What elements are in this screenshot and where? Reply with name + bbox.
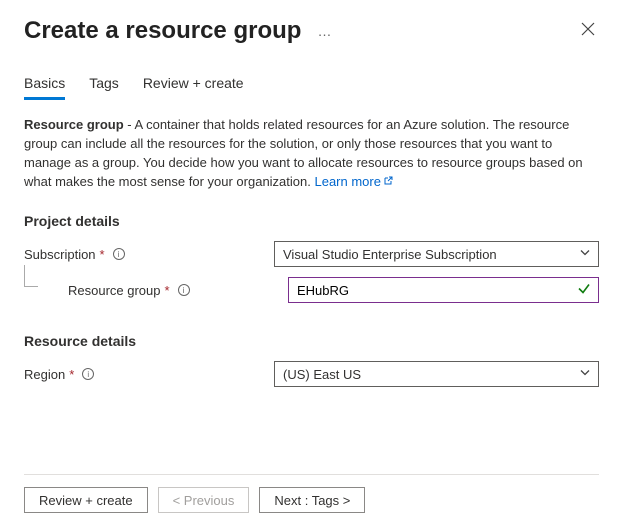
tabs: Basics Tags Review + create bbox=[24, 75, 599, 100]
tab-review[interactable]: Review + create bbox=[143, 75, 244, 100]
close-icon[interactable] bbox=[577, 16, 599, 45]
external-link-icon bbox=[383, 173, 393, 183]
section-resource-details: Resource details bbox=[24, 333, 599, 349]
region-label: Region bbox=[24, 367, 65, 382]
row-resource-group: Resource group * i bbox=[24, 277, 599, 303]
tab-basics[interactable]: Basics bbox=[24, 75, 65, 100]
review-create-button[interactable]: Review + create bbox=[24, 487, 148, 513]
description: Resource group - A container that holds … bbox=[24, 116, 599, 191]
info-icon[interactable]: i bbox=[113, 248, 125, 260]
info-icon[interactable]: i bbox=[178, 284, 190, 296]
required-asterisk: * bbox=[165, 283, 170, 298]
next-button[interactable]: Next : Tags > bbox=[259, 487, 365, 513]
learn-more-link[interactable]: Learn more bbox=[314, 174, 380, 189]
tab-tags[interactable]: Tags bbox=[89, 75, 119, 100]
subscription-select[interactable]: Visual Studio Enterprise Subscription bbox=[274, 241, 599, 267]
description-lead: Resource group bbox=[24, 117, 124, 132]
subscription-label: Subscription bbox=[24, 247, 96, 262]
info-icon[interactable]: i bbox=[82, 368, 94, 380]
required-asterisk: * bbox=[69, 367, 74, 382]
tree-indent-line bbox=[24, 265, 38, 287]
row-subscription: Subscription * i Visual Studio Enterpris… bbox=[24, 241, 599, 267]
footer: Review + create < Previous Next : Tags > bbox=[24, 474, 599, 527]
region-select[interactable]: (US) East US bbox=[274, 361, 599, 387]
previous-button: < Previous bbox=[158, 487, 250, 513]
page-title: Create a resource group bbox=[24, 17, 301, 45]
resource-group-label: Resource group bbox=[68, 283, 161, 298]
required-asterisk: * bbox=[100, 247, 105, 262]
section-project-details: Project details bbox=[24, 213, 599, 229]
row-region: Region * i (US) East US bbox=[24, 361, 599, 387]
more-icon[interactable]: … bbox=[317, 23, 332, 39]
header: Create a resource group … bbox=[24, 16, 599, 45]
resource-group-input[interactable] bbox=[288, 277, 599, 303]
